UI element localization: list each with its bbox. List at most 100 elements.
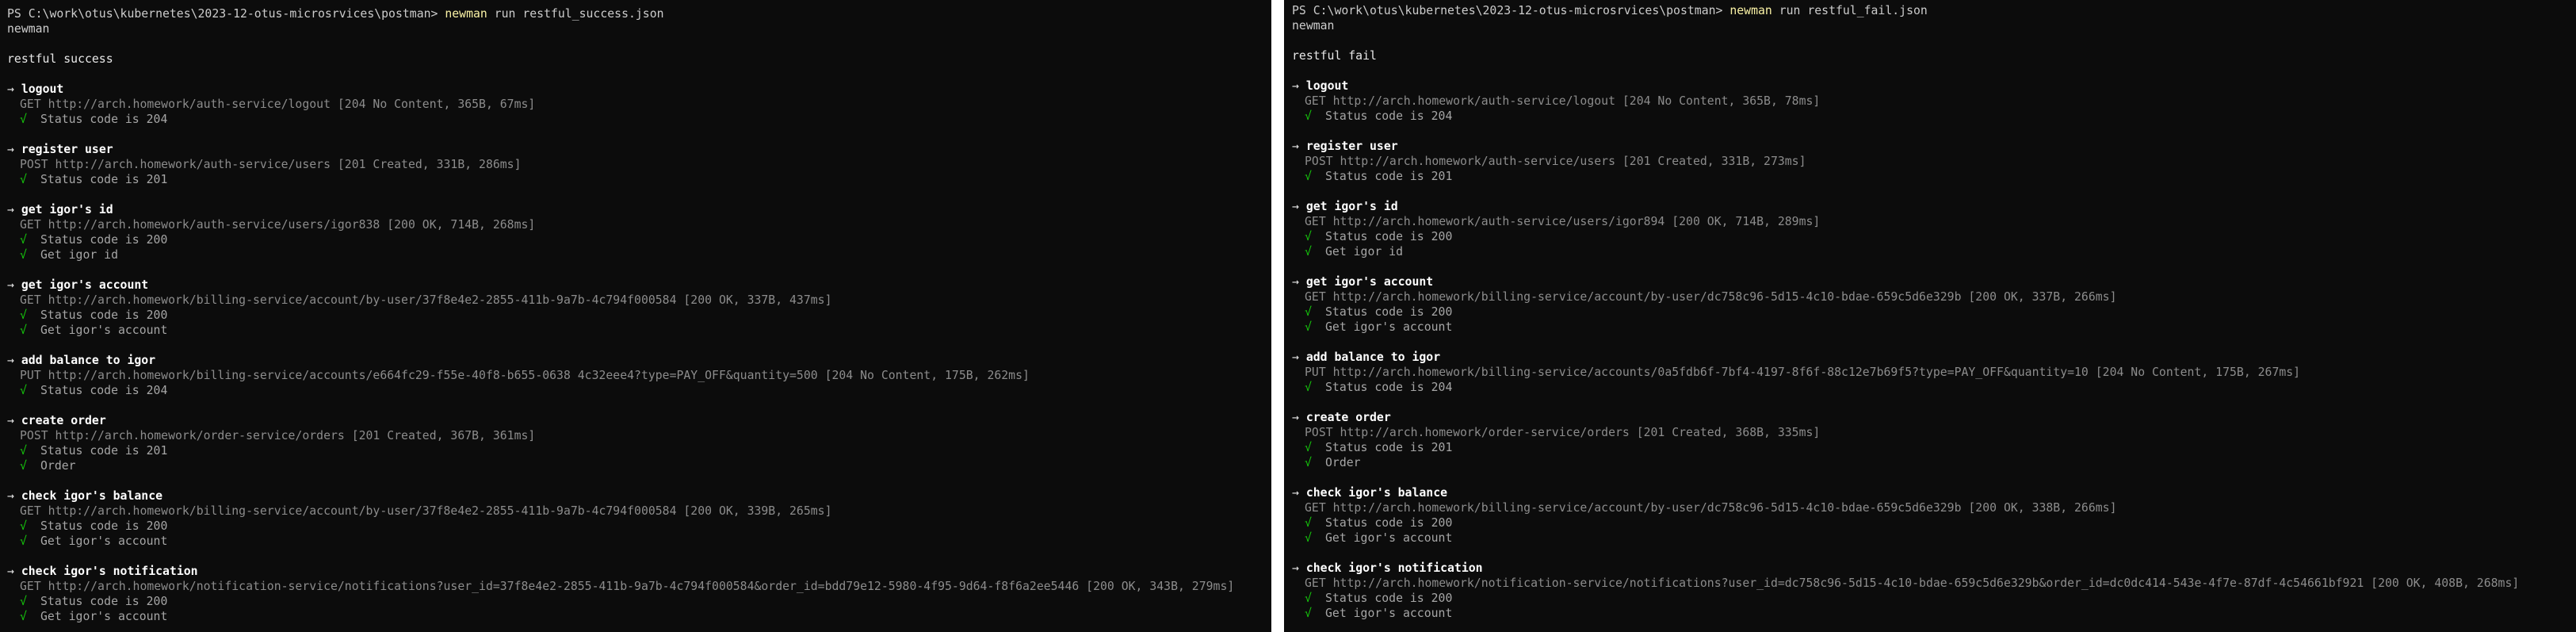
check-icon: √ xyxy=(1305,230,1312,243)
check-icon: √ xyxy=(1305,245,1312,259)
assertion: √ Status code is 204 xyxy=(7,112,1271,127)
assertion: √ Status code is 204 xyxy=(1292,380,2576,395)
terminal-output: PS C:\work\otus\kubernetes\2023-12-otus-… xyxy=(0,0,1271,624)
assertion-text: Status code is 200 xyxy=(1325,516,1453,530)
assertion: √ Status code is 200 xyxy=(1292,515,2576,530)
check-icon: √ xyxy=(20,324,27,337)
request-line: GET http://arch.homework/auth-service/us… xyxy=(20,218,536,232)
assertion: √ Get igor id xyxy=(1292,244,2576,259)
assertion: √ Order xyxy=(7,458,1271,473)
arrow-icon: → xyxy=(1292,200,1299,213)
request-name: register user xyxy=(21,143,113,156)
request-line: GET http://arch.homework/auth-service/lo… xyxy=(20,98,536,111)
check-icon: √ xyxy=(1305,305,1312,319)
assertion: √ Status code is 201 xyxy=(7,443,1271,458)
check-icon: √ xyxy=(1305,592,1312,605)
terminal-pane-fail[interactable]: PS C:\work\otus\kubernetes\2023-12-otus-… xyxy=(1284,0,2576,632)
request-line: PUT http://arch.homework/billing-service… xyxy=(1305,366,2301,379)
check-icon: √ xyxy=(1305,456,1312,469)
assertion: √ Get igor's account xyxy=(1292,530,2576,546)
request-line: GET http://arch.homework/auth-service/lo… xyxy=(1305,94,1821,108)
assertion-text: Status code is 201 xyxy=(1325,441,1453,454)
request-line: GET http://arch.homework/notification-se… xyxy=(1305,576,2520,590)
arrow-icon: → xyxy=(7,82,14,96)
request-name: check igor's notification xyxy=(1305,561,1483,575)
assertion: √ Get igor's account xyxy=(1292,606,2576,621)
arrow-icon: → xyxy=(7,489,14,503)
arrow-icon: → xyxy=(1292,561,1299,575)
check-icon: √ xyxy=(20,534,27,548)
command-name: newman xyxy=(1729,4,1772,17)
assertion-text: Status code is 200 xyxy=(40,233,168,247)
assertion: √ Get igor's account xyxy=(7,609,1271,624)
check-icon: √ xyxy=(1305,607,1312,620)
assertion: √ Status code is 200 xyxy=(1292,591,2576,606)
assertion: √ Status code is 200 xyxy=(7,232,1271,247)
arrow-icon: → xyxy=(1292,140,1299,153)
assertion-text: Get igor's account xyxy=(1325,607,1453,620)
arrow-icon: → xyxy=(1292,275,1299,289)
assertion-text: Get igor's account xyxy=(40,534,168,548)
assertion-text: Get igor's account xyxy=(40,324,168,337)
check-icon: √ xyxy=(20,444,27,458)
assertion: √ Status code is 201 xyxy=(7,172,1271,187)
assertion: √ Status code is 200 xyxy=(7,519,1271,534)
request-name: get igor's account xyxy=(21,278,149,292)
arrow-icon: → xyxy=(1292,486,1299,500)
assertion: √ Order xyxy=(1292,455,2576,470)
assertion: √ Get igor id xyxy=(7,247,1271,262)
command-args: run restful_success.json xyxy=(494,7,664,21)
request-line: GET http://arch.homework/auth-service/us… xyxy=(1305,215,1821,228)
check-icon: √ xyxy=(20,308,27,322)
assertion-text: Get igor's account xyxy=(1325,531,1453,545)
check-icon: √ xyxy=(1305,531,1312,545)
assertion-text: Status code is 201 xyxy=(40,444,168,458)
assertion-text: Status code is 200 xyxy=(40,519,168,533)
request-name: add balance to igor xyxy=(1305,350,1441,364)
prompt-line: PS C:\work\otus\kubernetes\2023-12-otus-… xyxy=(7,6,1271,21)
assertion-text: Status code is 204 xyxy=(1325,381,1453,394)
arrow-icon: → xyxy=(7,278,14,292)
request-name: logout xyxy=(21,82,64,96)
assertion-text: Status code is 200 xyxy=(1325,305,1453,319)
check-icon: √ xyxy=(1305,441,1312,454)
assertion: √ Status code is 200 xyxy=(7,594,1271,609)
arrow-icon: → xyxy=(7,143,14,156)
arrow-icon: → xyxy=(1292,350,1299,364)
assertion-text: Order xyxy=(40,459,76,473)
assertion: √ Status code is 204 xyxy=(7,383,1271,398)
assertion: √ Get igor's account xyxy=(1292,320,2576,335)
request-name: logout xyxy=(1305,79,1349,93)
request-line: GET http://arch.homework/billing-service… xyxy=(20,293,832,307)
check-icon: √ xyxy=(20,113,27,126)
assertion: √ Status code is 200 xyxy=(1292,229,2576,244)
check-icon: √ xyxy=(20,459,27,473)
check-icon: √ xyxy=(20,248,27,262)
arrow-icon: → xyxy=(7,414,14,427)
request-line: POST http://arch.homework/auth-service/u… xyxy=(1305,155,1806,168)
terminal-pane-success[interactable]: PS C:\work\otus\kubernetes\2023-12-otus-… xyxy=(0,0,1271,632)
check-icon: √ xyxy=(20,610,27,623)
assertion-text: Status code is 200 xyxy=(40,308,168,322)
assertion: √ Status code is 200 xyxy=(1292,305,2576,320)
assertion-text: Status code is 200 xyxy=(1325,592,1453,605)
request-line: POST http://arch.homework/auth-service/u… xyxy=(20,158,522,171)
request-line: GET http://arch.homework/billing-service… xyxy=(1305,501,2117,515)
assertion: √ Status code is 201 xyxy=(1292,440,2576,455)
request-name: get igor's account xyxy=(1305,275,1434,289)
request-name: create order xyxy=(1305,411,1391,424)
request-line: GET http://arch.homework/billing-service… xyxy=(20,504,832,518)
prompt-path: PS C:\work\otus\kubernetes\2023-12-otus-… xyxy=(1292,4,1723,17)
assertion-text: Order xyxy=(1325,456,1361,469)
check-icon: √ xyxy=(20,173,27,186)
assertion-text: Status code is 200 xyxy=(40,595,168,608)
prompt-path: PS C:\work\otus\kubernetes\2023-12-otus-… xyxy=(7,7,438,21)
assertion: √ Status code is 200 xyxy=(7,308,1271,323)
check-icon: √ xyxy=(1305,381,1312,394)
arrow-icon: → xyxy=(7,354,14,367)
assertion-text: Get igor's account xyxy=(40,610,168,623)
check-icon: √ xyxy=(20,384,27,397)
tool-name-line: newman xyxy=(7,22,50,36)
request-name: get igor's id xyxy=(21,203,113,216)
assertion: √ Status code is 204 xyxy=(1292,109,2576,124)
